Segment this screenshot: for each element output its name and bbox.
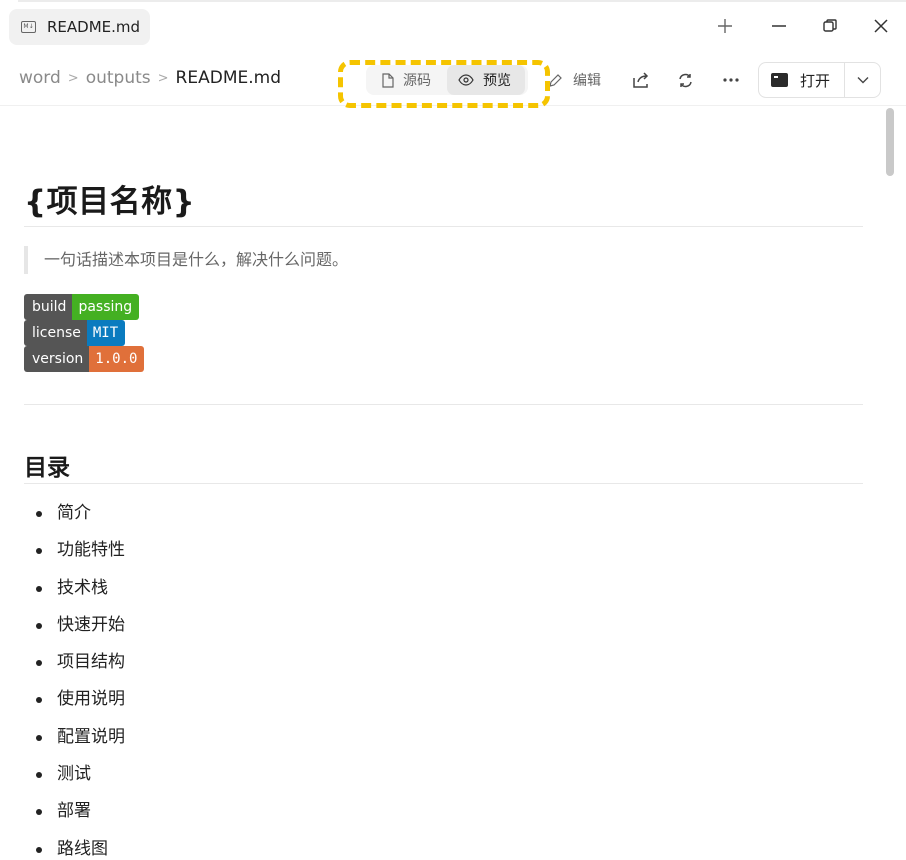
badge-license-key: license [24,320,87,346]
open-split-button: 打开 [758,62,881,98]
open-label: 打开 [800,71,831,90]
markdown-file-icon: M↓ [21,21,36,33]
badge-version-value: 1.0.0 [89,346,145,372]
file-icon [382,72,394,88]
share-icon [633,72,649,88]
list-item: 测试 [36,762,125,799]
markdown-preview: {项目名称} 一句话描述本项目是什么，解决什么问题。 build passing… [0,106,884,860]
plus-icon [718,19,732,33]
refresh-icon [679,73,692,87]
minimize-button[interactable] [765,12,793,40]
list-item: 路线图 [36,837,125,860]
close-icon [874,19,888,33]
minimize-icon [772,25,786,27]
file-tab[interactable]: M↓ README.md [9,9,150,45]
breadcrumb: word > outputs > README.md [19,68,281,88]
list-item: 使用说明 [36,687,125,724]
pencil-icon [549,73,562,87]
preview-view-button[interactable]: 预览 [447,65,525,95]
open-button[interactable]: 打开 [759,63,845,97]
badge-build: build passing [24,294,140,320]
badge-build-value: passing [72,294,140,320]
blockquote: 一句话描述本项目是什么，解决什么问题。 [24,246,348,274]
badge-license-value: MIT [86,320,126,346]
title-underline [24,226,863,227]
markdown-viewer-window: M↓ README.md word > outputs > README.md … [0,0,906,860]
toc-list: 简介 功能特性 技术栈 快速开始 项目结构 使用说明 配置说明 测试 部署 路线… [36,501,125,860]
edit-button[interactable]: 编辑 [548,67,601,93]
source-view-label: 源码 [403,73,431,89]
badge-build-key: build [24,294,73,320]
document-title: {项目名称} [24,184,196,220]
list-item: 项目结构 [36,650,125,687]
breadcrumb-item-outputs[interactable]: outputs [86,68,151,88]
refresh-button[interactable] [677,67,694,93]
more-options-button[interactable] [722,67,740,93]
chevron-down-icon [857,77,868,84]
share-button[interactable] [631,67,651,93]
edit-label: 编辑 [573,73,601,89]
badge-version: version 1.0.0 [24,346,145,372]
top-divider [18,0,906,2]
title-bar: M↓ README.md [0,0,906,54]
chevron-right-icon: > [67,70,79,86]
breadcrumb-item-word[interactable]: word [19,68,61,88]
view-mode-switch: 源码 预览 [366,65,528,95]
list-item: 简介 [36,501,125,538]
list-item: 部署 [36,799,125,836]
list-item: 功能特性 [36,538,125,575]
badge-version-key: version [24,346,90,372]
badge-license: license MIT [24,320,126,346]
restore-icon [823,19,837,32]
restore-button[interactable] [816,12,844,40]
toc-heading-underline [24,483,863,484]
new-tab-button[interactable] [711,12,739,40]
eye-icon [458,74,474,86]
close-window-button[interactable] [867,12,895,40]
terminal-icon [771,73,788,87]
toc-heading: 目录 [24,455,70,481]
source-view-button[interactable]: 源码 [372,65,444,95]
list-item: 技术栈 [36,576,125,613]
more-horizontal-icon [723,78,739,82]
open-dropdown-button[interactable] [845,63,880,97]
toolbar: word > outputs > README.md 源码 预览 编辑 打开 [0,54,906,106]
vertical-scrollbar[interactable] [886,108,894,176]
horizontal-rule [24,404,863,405]
chevron-right-icon: > [157,70,169,86]
breadcrumb-item-current: README.md [175,68,281,88]
preview-view-label: 预览 [483,73,511,89]
file-tab-label: README.md [47,18,141,36]
list-item: 配置说明 [36,725,125,762]
list-item: 快速开始 [36,613,125,650]
